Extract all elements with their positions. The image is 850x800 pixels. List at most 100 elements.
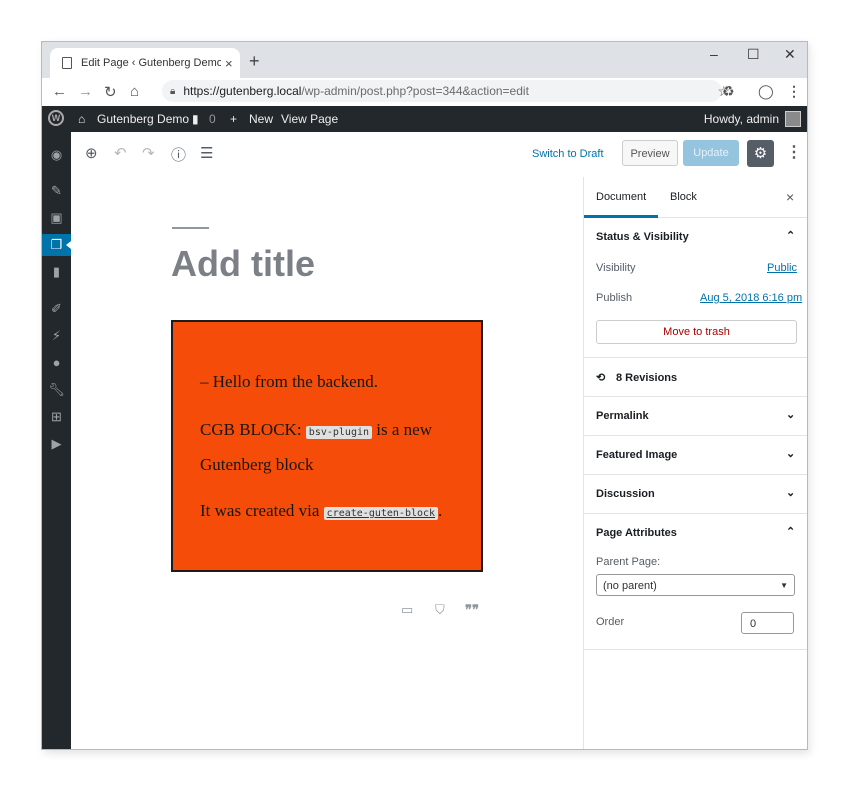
block-line-2: CGB BLOCK: bsv-plugin is a new Gutenberg… — [200, 420, 432, 474]
browser-tab[interactable]: Edit Page ‹ Gutenberg Demo — \ × — [50, 48, 240, 78]
comments-count: 0 — [209, 112, 216, 126]
undo-icon[interactable]: ↶ — [114, 144, 127, 162]
tab-title: Edit Page ‹ Gutenberg Demo — \ — [81, 57, 221, 69]
url-host: https://gutenberg.local — [183, 84, 302, 98]
settings-gear-icon[interactable]: ⚙ — [747, 140, 774, 167]
quote-block-icon[interactable]: ❞❞ — [465, 602, 479, 618]
pages-icon[interactable]: ❐ — [42, 234, 71, 256]
editor-header: ⊕ ↶ ↷ ⓘ ☰ Switch to Draft Preview Update… — [71, 132, 807, 178]
chevron-up-icon[interactable]: ⌃ — [786, 229, 795, 242]
tab-strip: Edit Page ‹ Gutenberg Demo — \ × + – ☐ ✕ — [42, 42, 807, 78]
lock-icon: 🔒︎ — [170, 85, 176, 97]
shield-block-icon[interactable]: ⛉ — [435, 602, 445, 618]
browser-window: Edit Page ‹ Gutenberg Demo — \ × + – ☐ ✕… — [41, 41, 808, 750]
permalink-title[interactable]: Permalink — [596, 410, 649, 422]
tab-document[interactable]: Document — [583, 191, 659, 218]
publish-date-link[interactable]: Aug 5, 2018 6:16 pm — [700, 292, 802, 304]
forward-icon[interactable]: → — [78, 83, 93, 100]
create-guten-block-link[interactable]: create-guten-block — [323, 507, 439, 520]
revisions-panel[interactable]: ⟲ 8 Revisions — [584, 358, 807, 397]
plus-icon: + — [230, 112, 238, 126]
publish-label: Publish — [596, 292, 633, 304]
settings-icon[interactable]: ⊞ — [42, 406, 71, 428]
featured-image-panel[interactable]: Featured Image ⌄ — [584, 436, 807, 475]
history-icon: ⟲ — [596, 372, 606, 384]
wp-admin-bar: W ⌂ Gutenberg Demo ▮ 0 + New View Page H… — [42, 106, 807, 132]
block-line-1: – Hello from the backend. — [200, 372, 378, 391]
browser-menu-icon[interactable]: ⋮ — [787, 83, 801, 100]
chevron-down-icon[interactable]: ⌄ — [786, 486, 795, 499]
wordpress-logo-icon[interactable]: W — [48, 110, 64, 126]
home-icon: ⌂ — [78, 112, 86, 126]
dashboard-icon[interactable]: ◉ — [42, 144, 71, 166]
order-input[interactable]: 0 — [741, 612, 794, 634]
permalink-panel[interactable]: Permalink ⌄ — [584, 397, 807, 436]
address-bar: ← → ↻ ⌂ 🔒︎ https://gutenberg.local/wp-ad… — [42, 78, 807, 107]
users-icon[interactable]: ● — [42, 352, 71, 374]
pin-icon[interactable]: ✎ — [42, 180, 71, 202]
add-block-icon[interactable]: ⊕ — [85, 144, 98, 162]
redo-icon[interactable]: ↷ — [142, 144, 155, 162]
editor-canvas: Add title – Hello from the backend. CGB … — [71, 177, 583, 749]
chevron-down-icon[interactable]: ⌄ — [786, 408, 795, 421]
parent-page-label: Parent Page: — [596, 556, 661, 568]
appearance-icon[interactable]: ✐ — [42, 298, 71, 320]
back-icon[interactable]: ← — [52, 83, 67, 100]
page-attributes-panel: Page Attributes ⌃ Parent Page: (no paren… — [584, 514, 807, 650]
close-window-button[interactable]: ✕ — [784, 46, 796, 63]
new-tab-button[interactable]: + — [249, 51, 260, 72]
dropdown-arrow-icon: ▼ — [780, 581, 788, 590]
settings-sidebar: Document Block × Status & Visibility ⌃ V… — [583, 177, 807, 749]
update-button[interactable]: Update — [683, 140, 739, 166]
comment-icon[interactable]: ▮ — [192, 112, 199, 126]
home-icon[interactable]: ⌂ — [130, 83, 139, 100]
url-field[interactable]: 🔒︎ https://gutenberg.local/wp-admin/post… — [162, 80, 730, 102]
new-link[interactable]: New — [249, 112, 273, 126]
paragraph-block-icon[interactable]: ▭ — [401, 602, 413, 618]
play-icon[interactable]: ▶ — [42, 433, 71, 455]
block-line-3: It was created via create-guten-block. — [200, 501, 443, 520]
parent-page-select[interactable]: (no parent) ▼ — [596, 574, 795, 596]
page-attributes-title[interactable]: Page Attributes — [596, 527, 677, 539]
close-sidebar-icon[interactable]: × — [786, 189, 794, 205]
more-options-icon[interactable]: ⋮ — [786, 142, 802, 162]
cgb-block[interactable]: – Hello from the backend. CGB BLOCK: bsv… — [171, 320, 483, 572]
media-icon[interactable]: ▣ — [42, 207, 71, 229]
order-label: Order — [596, 616, 625, 628]
title-divider — [172, 227, 209, 229]
plugins-icon[interactable]: ⚡︎ — [42, 325, 71, 347]
comments-icon[interactable]: ▮ — [42, 261, 71, 283]
switch-to-draft-button[interactable]: Switch to Draft — [532, 148, 604, 160]
sidebar-tabs: Document Block × — [583, 177, 807, 218]
url-path: /wp-admin/post.php?post=344&action=edit — [301, 84, 529, 98]
admin-side-menu: ◉ ✎ ▣ ❐ ▮ ✐ ⚡︎ ● 🔧︎ ⊞ ▶ — [42, 132, 71, 749]
visibility-link[interactable]: Public — [767, 262, 797, 274]
discussion-title[interactable]: Discussion — [596, 488, 655, 500]
plugin-code: bsv-plugin — [305, 426, 373, 439]
profile-icon[interactable]: ◯ — [758, 83, 774, 100]
chevron-up-icon[interactable]: ⌃ — [786, 525, 795, 538]
move-to-trash-button[interactable]: Move to trash — [596, 320, 797, 344]
page-icon — [62, 57, 72, 69]
extension-icon[interactable]: ♻ — [722, 83, 735, 100]
tools-icon[interactable]: 🔧︎ — [42, 379, 71, 401]
reload-icon[interactable]: ↻ — [104, 83, 117, 101]
preview-button[interactable]: Preview — [622, 140, 678, 166]
visibility-label: Visibility — [596, 262, 636, 274]
tab-block[interactable]: Block — [670, 191, 697, 203]
avatar[interactable] — [785, 111, 801, 127]
maximize-button[interactable]: ☐ — [747, 46, 760, 63]
discussion-panel[interactable]: Discussion ⌄ — [584, 475, 807, 514]
post-title-input[interactable]: Add title — [171, 243, 315, 285]
howdy-admin-link[interactable]: Howdy, admin — [704, 112, 779, 126]
revisions-link[interactable]: 8 Revisions — [616, 372, 677, 384]
status-visibility-title[interactable]: Status & Visibility — [596, 231, 689, 243]
chevron-down-icon[interactable]: ⌄ — [786, 447, 795, 460]
view-page-link[interactable]: View Page — [281, 112, 338, 126]
tab-close-icon[interactable]: × — [225, 56, 233, 71]
site-name-link[interactable]: Gutenberg Demo — [97, 112, 189, 126]
featured-image-title[interactable]: Featured Image — [596, 449, 677, 461]
minimize-button[interactable]: – — [710, 46, 718, 62]
outline-icon[interactable]: ☰ — [200, 144, 213, 162]
info-icon[interactable]: ⓘ — [171, 144, 186, 165]
